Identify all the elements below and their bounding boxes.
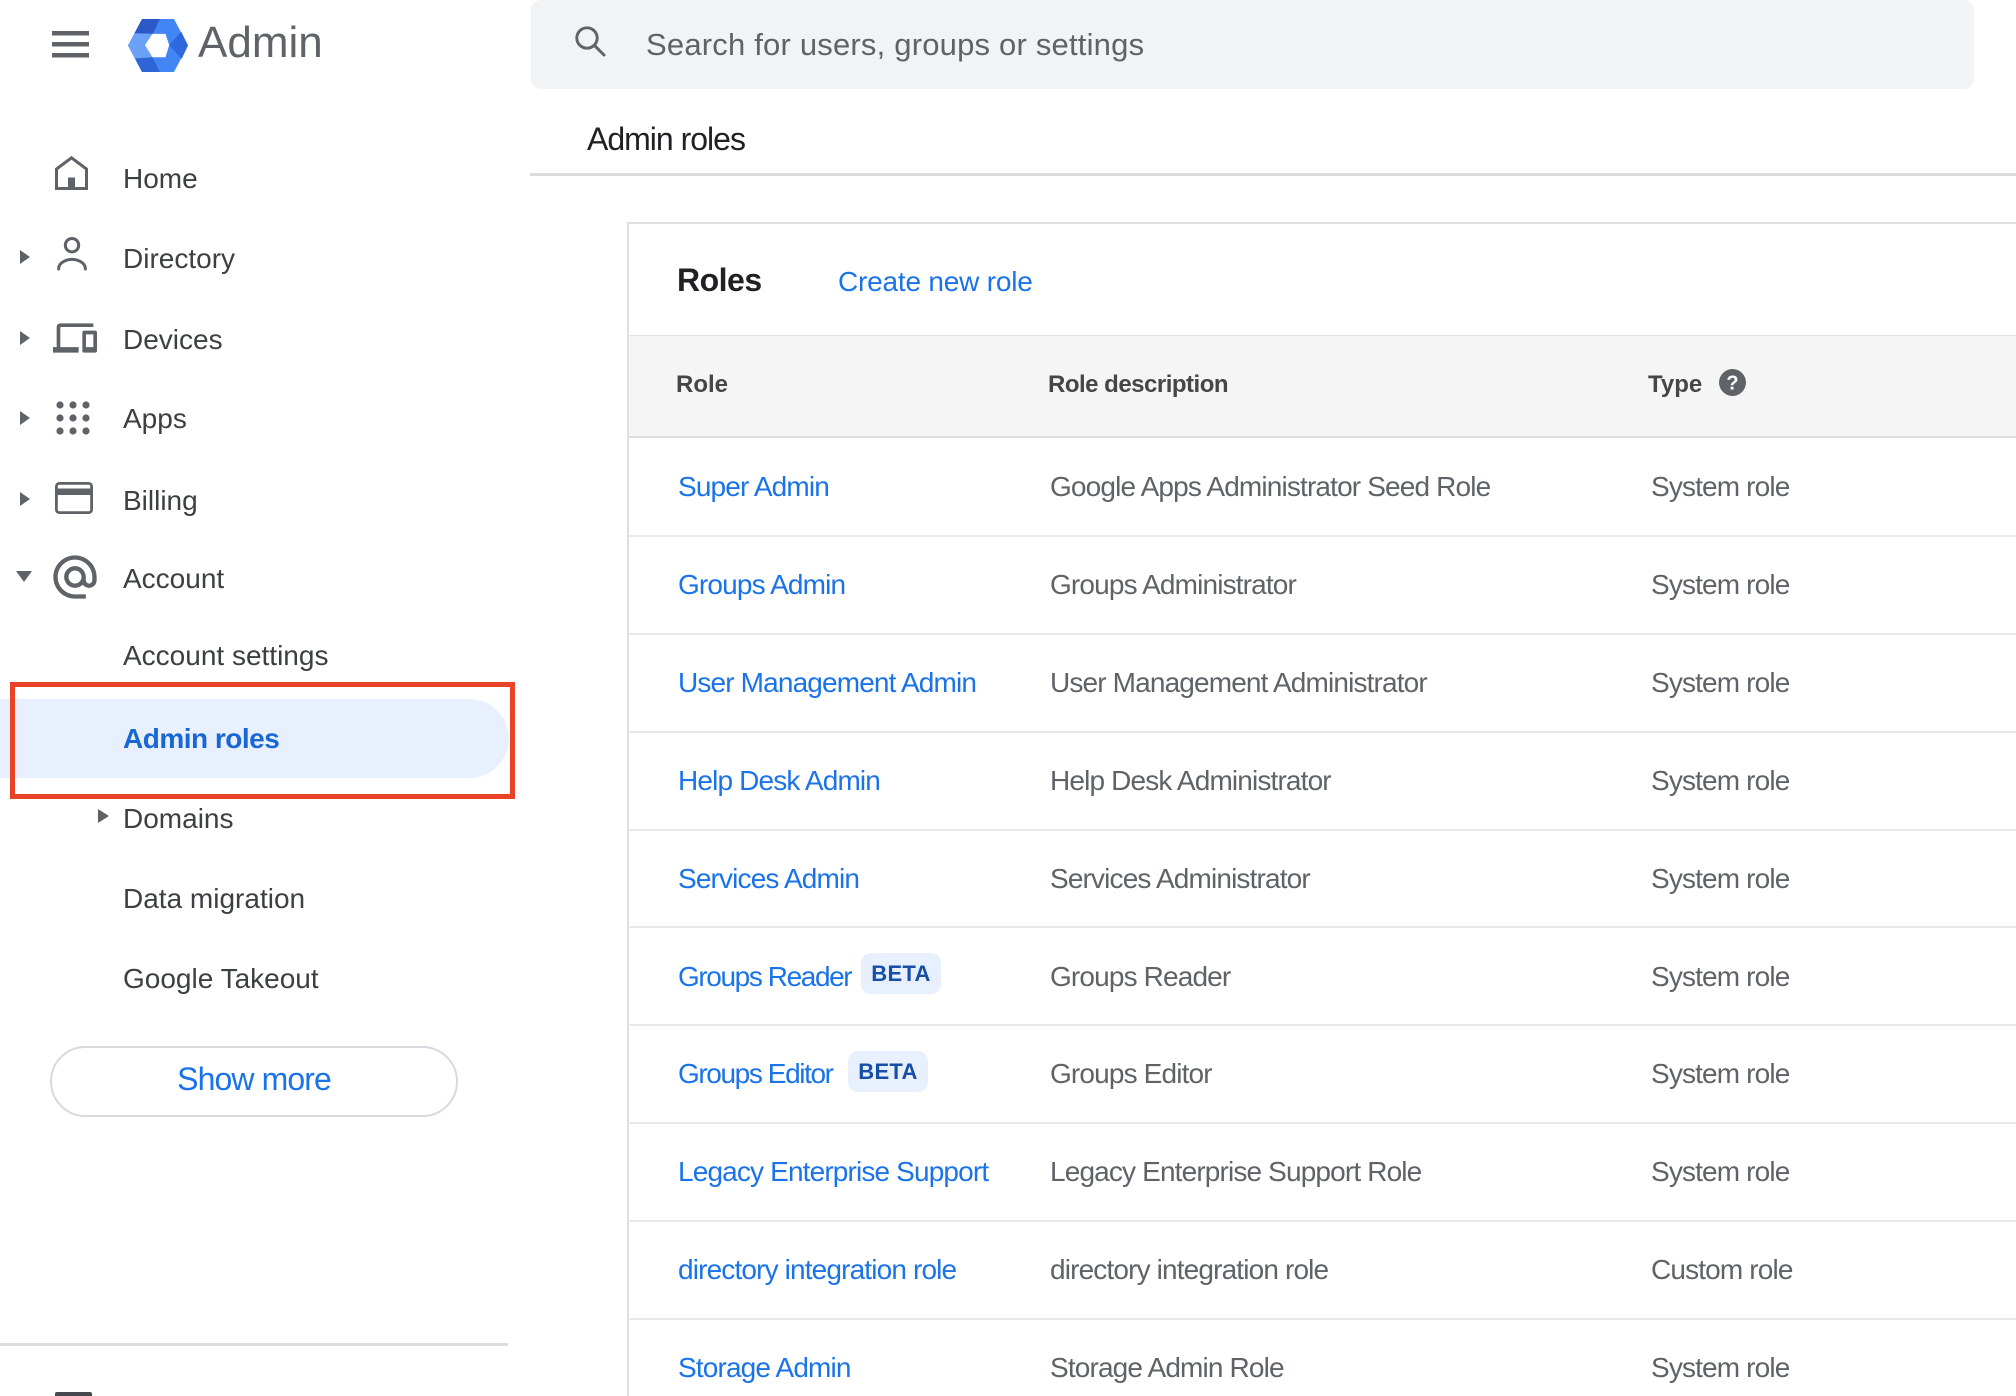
svg-text:?: ? xyxy=(1726,373,1738,395)
